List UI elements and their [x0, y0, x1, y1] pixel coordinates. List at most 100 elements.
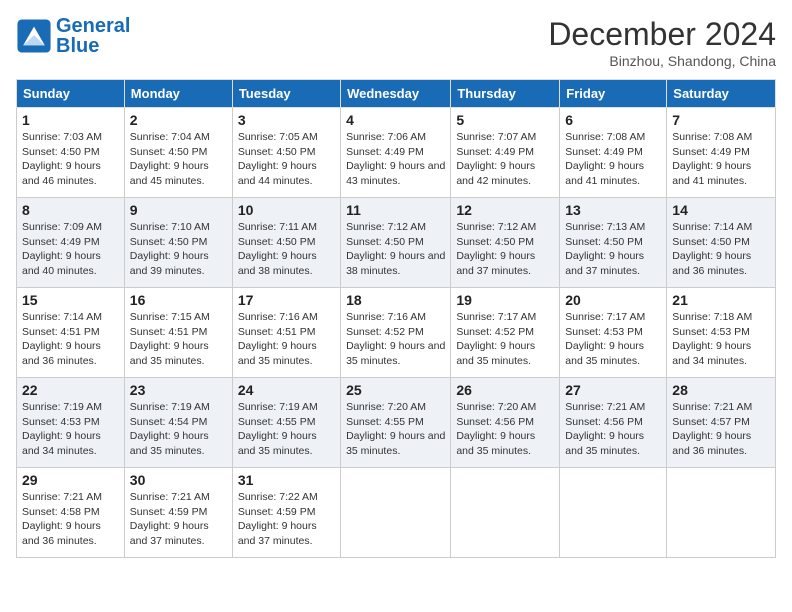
day-cell-12: 12 Sunrise: 7:12 AMSunset: 4:50 PMDaylig… — [451, 198, 560, 288]
day-number-5: 5 — [456, 112, 554, 128]
day-number-16: 16 — [130, 292, 227, 308]
day-number-14: 14 — [672, 202, 770, 218]
day-number-8: 8 — [22, 202, 119, 218]
location-subtitle: Binzhou, Shandong, China — [548, 53, 776, 69]
days-header-row: Sunday Monday Tuesday Wednesday Thursday… — [17, 80, 776, 108]
day-cell-11: 11 Sunrise: 7:12 AMSunset: 4:50 PMDaylig… — [341, 198, 451, 288]
day-number-6: 6 — [565, 112, 661, 128]
day-cell-2: 2 Sunrise: 7:04 AMSunset: 4:50 PMDayligh… — [124, 108, 232, 198]
day-cell-27: 27 Sunrise: 7:21 AMSunset: 4:56 PMDaylig… — [560, 378, 667, 468]
week-row-1: 1 Sunrise: 7:03 AMSunset: 4:50 PMDayligh… — [17, 108, 776, 198]
week-row-2: 8 Sunrise: 7:09 AMSunset: 4:49 PMDayligh… — [17, 198, 776, 288]
day-cell-28: 28 Sunrise: 7:21 AMSunset: 4:57 PMDaylig… — [667, 378, 776, 468]
day-cell-23: 23 Sunrise: 7:19 AMSunset: 4:54 PMDaylig… — [124, 378, 232, 468]
day-cell-7: 7 Sunrise: 7:08 AMSunset: 4:49 PMDayligh… — [667, 108, 776, 198]
day-number-30: 30 — [130, 472, 227, 488]
logo-blue: Blue — [56, 35, 99, 57]
day-cell-19: 19 Sunrise: 7:17 AMSunset: 4:52 PMDaylig… — [451, 288, 560, 378]
day-info-24: Sunrise: 7:19 AMSunset: 4:55 PMDaylight:… — [238, 400, 335, 459]
day-cell-9: 9 Sunrise: 7:10 AMSunset: 4:50 PMDayligh… — [124, 198, 232, 288]
day-number-19: 19 — [456, 292, 554, 308]
day-number-21: 21 — [672, 292, 770, 308]
day-cell-29: 29 Sunrise: 7:21 AMSunset: 4:58 PMDaylig… — [17, 468, 125, 558]
header-friday: Friday — [560, 80, 667, 108]
day-number-1: 1 — [22, 112, 119, 128]
day-info-27: Sunrise: 7:21 AMSunset: 4:56 PMDaylight:… — [565, 400, 661, 459]
empty-cell-4 — [667, 468, 776, 558]
day-cell-21: 21 Sunrise: 7:18 AMSunset: 4:53 PMDaylig… — [667, 288, 776, 378]
day-cell-18: 18 Sunrise: 7:16 AMSunset: 4:52 PMDaylig… — [341, 288, 451, 378]
empty-cell-3 — [560, 468, 667, 558]
week-row-4: 22 Sunrise: 7:19 AMSunset: 4:53 PMDaylig… — [17, 378, 776, 468]
day-cell-4: 4 Sunrise: 7:06 AMSunset: 4:49 PMDayligh… — [341, 108, 451, 198]
day-cell-1: 1 Sunrise: 7:03 AMSunset: 4:50 PMDayligh… — [17, 108, 125, 198]
day-cell-5: 5 Sunrise: 7:07 AMSunset: 4:49 PMDayligh… — [451, 108, 560, 198]
day-info-25: Sunrise: 7:20 AMSunset: 4:55 PMDaylight:… — [346, 400, 445, 459]
day-number-29: 29 — [22, 472, 119, 488]
day-info-11: Sunrise: 7:12 AMSunset: 4:50 PMDaylight:… — [346, 220, 445, 279]
day-cell-15: 15 Sunrise: 7:14 AMSunset: 4:51 PMDaylig… — [17, 288, 125, 378]
day-info-19: Sunrise: 7:17 AMSunset: 4:52 PMDaylight:… — [456, 310, 554, 369]
day-cell-24: 24 Sunrise: 7:19 AMSunset: 4:55 PMDaylig… — [232, 378, 340, 468]
header-monday: Monday — [124, 80, 232, 108]
day-cell-14: 14 Sunrise: 7:14 AMSunset: 4:50 PMDaylig… — [667, 198, 776, 288]
day-info-13: Sunrise: 7:13 AMSunset: 4:50 PMDaylight:… — [565, 220, 661, 279]
day-number-2: 2 — [130, 112, 227, 128]
header-tuesday: Tuesday — [232, 80, 340, 108]
day-info-21: Sunrise: 7:18 AMSunset: 4:53 PMDaylight:… — [672, 310, 770, 369]
day-number-24: 24 — [238, 382, 335, 398]
day-info-14: Sunrise: 7:14 AMSunset: 4:50 PMDaylight:… — [672, 220, 770, 279]
day-cell-16: 16 Sunrise: 7:15 AMSunset: 4:51 PMDaylig… — [124, 288, 232, 378]
day-cell-17: 17 Sunrise: 7:16 AMSunset: 4:51 PMDaylig… — [232, 288, 340, 378]
day-info-4: Sunrise: 7:06 AMSunset: 4:49 PMDaylight:… — [346, 130, 445, 189]
logo-general: General — [56, 15, 130, 37]
day-number-28: 28 — [672, 382, 770, 398]
logo: General Blue — [16, 16, 130, 56]
empty-cell-1 — [341, 468, 451, 558]
day-cell-6: 6 Sunrise: 7:08 AMSunset: 4:49 PMDayligh… — [560, 108, 667, 198]
day-info-3: Sunrise: 7:05 AMSunset: 4:50 PMDaylight:… — [238, 130, 335, 189]
day-number-20: 20 — [565, 292, 661, 308]
day-info-10: Sunrise: 7:11 AMSunset: 4:50 PMDaylight:… — [238, 220, 335, 279]
day-number-23: 23 — [130, 382, 227, 398]
month-title: December 2024 — [548, 16, 776, 53]
day-number-4: 4 — [346, 112, 445, 128]
day-number-27: 27 — [565, 382, 661, 398]
day-number-17: 17 — [238, 292, 335, 308]
day-cell-30: 30 Sunrise: 7:21 AMSunset: 4:59 PMDaylig… — [124, 468, 232, 558]
calendar-table: Sunday Monday Tuesday Wednesday Thursday… — [16, 79, 776, 558]
day-cell-10: 10 Sunrise: 7:11 AMSunset: 4:50 PMDaylig… — [232, 198, 340, 288]
day-cell-20: 20 Sunrise: 7:17 AMSunset: 4:53 PMDaylig… — [560, 288, 667, 378]
day-info-20: Sunrise: 7:17 AMSunset: 4:53 PMDaylight:… — [565, 310, 661, 369]
header-thursday: Thursday — [451, 80, 560, 108]
day-cell-22: 22 Sunrise: 7:19 AMSunset: 4:53 PMDaylig… — [17, 378, 125, 468]
day-info-8: Sunrise: 7:09 AMSunset: 4:49 PMDaylight:… — [22, 220, 119, 279]
day-info-6: Sunrise: 7:08 AMSunset: 4:49 PMDaylight:… — [565, 130, 661, 189]
day-number-7: 7 — [672, 112, 770, 128]
day-number-22: 22 — [22, 382, 119, 398]
day-info-26: Sunrise: 7:20 AMSunset: 4:56 PMDaylight:… — [456, 400, 554, 459]
title-block: December 2024 Binzhou, Shandong, China — [548, 16, 776, 69]
week-row-5: 29 Sunrise: 7:21 AMSunset: 4:58 PMDaylig… — [17, 468, 776, 558]
header-saturday: Saturday — [667, 80, 776, 108]
header-wednesday: Wednesday — [341, 80, 451, 108]
day-cell-8: 8 Sunrise: 7:09 AMSunset: 4:49 PMDayligh… — [17, 198, 125, 288]
day-info-2: Sunrise: 7:04 AMSunset: 4:50 PMDaylight:… — [130, 130, 227, 189]
day-info-23: Sunrise: 7:19 AMSunset: 4:54 PMDaylight:… — [130, 400, 227, 459]
day-cell-3: 3 Sunrise: 7:05 AMSunset: 4:50 PMDayligh… — [232, 108, 340, 198]
day-info-30: Sunrise: 7:21 AMSunset: 4:59 PMDaylight:… — [130, 490, 227, 549]
page-header: General Blue December 2024 Binzhou, Shan… — [16, 16, 776, 69]
day-number-26: 26 — [456, 382, 554, 398]
day-info-31: Sunrise: 7:22 AMSunset: 4:59 PMDaylight:… — [238, 490, 335, 549]
day-info-16: Sunrise: 7:15 AMSunset: 4:51 PMDaylight:… — [130, 310, 227, 369]
day-number-3: 3 — [238, 112, 335, 128]
day-info-1: Sunrise: 7:03 AMSunset: 4:50 PMDaylight:… — [22, 130, 119, 189]
day-info-9: Sunrise: 7:10 AMSunset: 4:50 PMDaylight:… — [130, 220, 227, 279]
day-number-13: 13 — [565, 202, 661, 218]
day-number-9: 9 — [130, 202, 227, 218]
day-number-15: 15 — [22, 292, 119, 308]
logo-text: General Blue — [56, 16, 130, 56]
day-number-11: 11 — [346, 202, 445, 218]
day-info-28: Sunrise: 7:21 AMSunset: 4:57 PMDaylight:… — [672, 400, 770, 459]
day-info-18: Sunrise: 7:16 AMSunset: 4:52 PMDaylight:… — [346, 310, 445, 369]
